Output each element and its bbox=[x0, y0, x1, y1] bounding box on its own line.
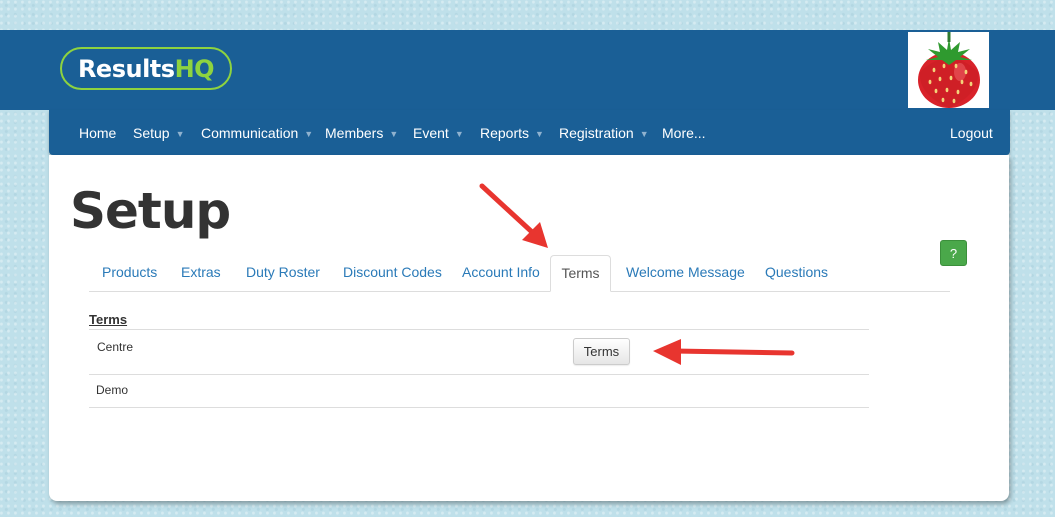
table-divider bbox=[89, 374, 869, 375]
nav-registration-label: Registration bbox=[559, 125, 634, 141]
caret-down-icon: ▼ bbox=[639, 129, 649, 139]
setup-tabs: Products Extras Duty Roster Discount Cod… bbox=[89, 255, 950, 292]
caret-down-icon: ▼ bbox=[175, 129, 185, 139]
table-row-name: Centre bbox=[97, 340, 134, 354]
table-divider bbox=[89, 407, 869, 408]
resultshq-logo[interactable]: Results HQ bbox=[60, 47, 232, 90]
nav-members[interactable]: Members ▼ bbox=[325, 110, 398, 155]
nav-more-label: More... bbox=[662, 125, 706, 141]
caret-down-icon: ▼ bbox=[454, 129, 464, 139]
nav-setup[interactable]: Setup ▼ bbox=[133, 110, 185, 155]
tab-terms[interactable]: Terms bbox=[550, 255, 611, 292]
caret-down-icon: ▼ bbox=[304, 129, 314, 139]
tab-account-info[interactable]: Account Info bbox=[462, 255, 540, 291]
nav-communication[interactable]: Communication ▼ bbox=[201, 110, 313, 155]
table-divider bbox=[89, 329, 869, 330]
nav-home[interactable]: Home bbox=[79, 110, 116, 155]
nav-event[interactable]: Event ▼ bbox=[413, 110, 464, 155]
tab-discount-codes[interactable]: Discount Codes bbox=[343, 255, 442, 291]
logout-label: Logout bbox=[950, 125, 993, 141]
terms-button[interactable]: Terms bbox=[573, 338, 630, 365]
nav-members-label: Members bbox=[325, 125, 384, 141]
tab-welcome-message[interactable]: Welcome Message bbox=[626, 255, 745, 291]
tab-products[interactable]: Products bbox=[102, 255, 157, 291]
strawberry-icon bbox=[908, 32, 989, 108]
logo-text-results: Results bbox=[77, 54, 175, 83]
nav-reports[interactable]: Reports ▼ bbox=[480, 110, 544, 155]
tab-extras[interactable]: Extras bbox=[181, 255, 221, 291]
nav-communication-label: Communication bbox=[201, 125, 299, 141]
caret-down-icon: ▼ bbox=[389, 129, 399, 139]
nav-setup-label: Setup bbox=[133, 125, 170, 141]
caret-down-icon: ▼ bbox=[535, 129, 544, 139]
header-bar: Results HQ bbox=[0, 30, 1055, 110]
nav-reports-label: Reports bbox=[480, 125, 530, 141]
nav-more[interactable]: More... bbox=[662, 110, 706, 155]
nav-registration[interactable]: Registration ▼ bbox=[559, 110, 649, 155]
logout-link[interactable]: Logout bbox=[950, 110, 993, 155]
tab-questions[interactable]: Questions bbox=[765, 255, 828, 291]
table-row-name: Demo bbox=[96, 383, 129, 397]
nav-event-label: Event bbox=[413, 125, 449, 141]
logo-text-hq: HQ bbox=[174, 54, 215, 83]
annotation-arrow-icon bbox=[479, 183, 548, 248]
page-title: Setup bbox=[70, 182, 231, 240]
tab-duty-roster[interactable]: Duty Roster bbox=[246, 255, 320, 291]
nav-home-label: Home bbox=[79, 125, 117, 141]
terms-section-title: Terms bbox=[89, 312, 128, 327]
annotation-arrow-icon bbox=[653, 339, 795, 365]
main-nav: Home Setup ▼ Communication ▼ Members ▼ Even… bbox=[49, 110, 1010, 155]
